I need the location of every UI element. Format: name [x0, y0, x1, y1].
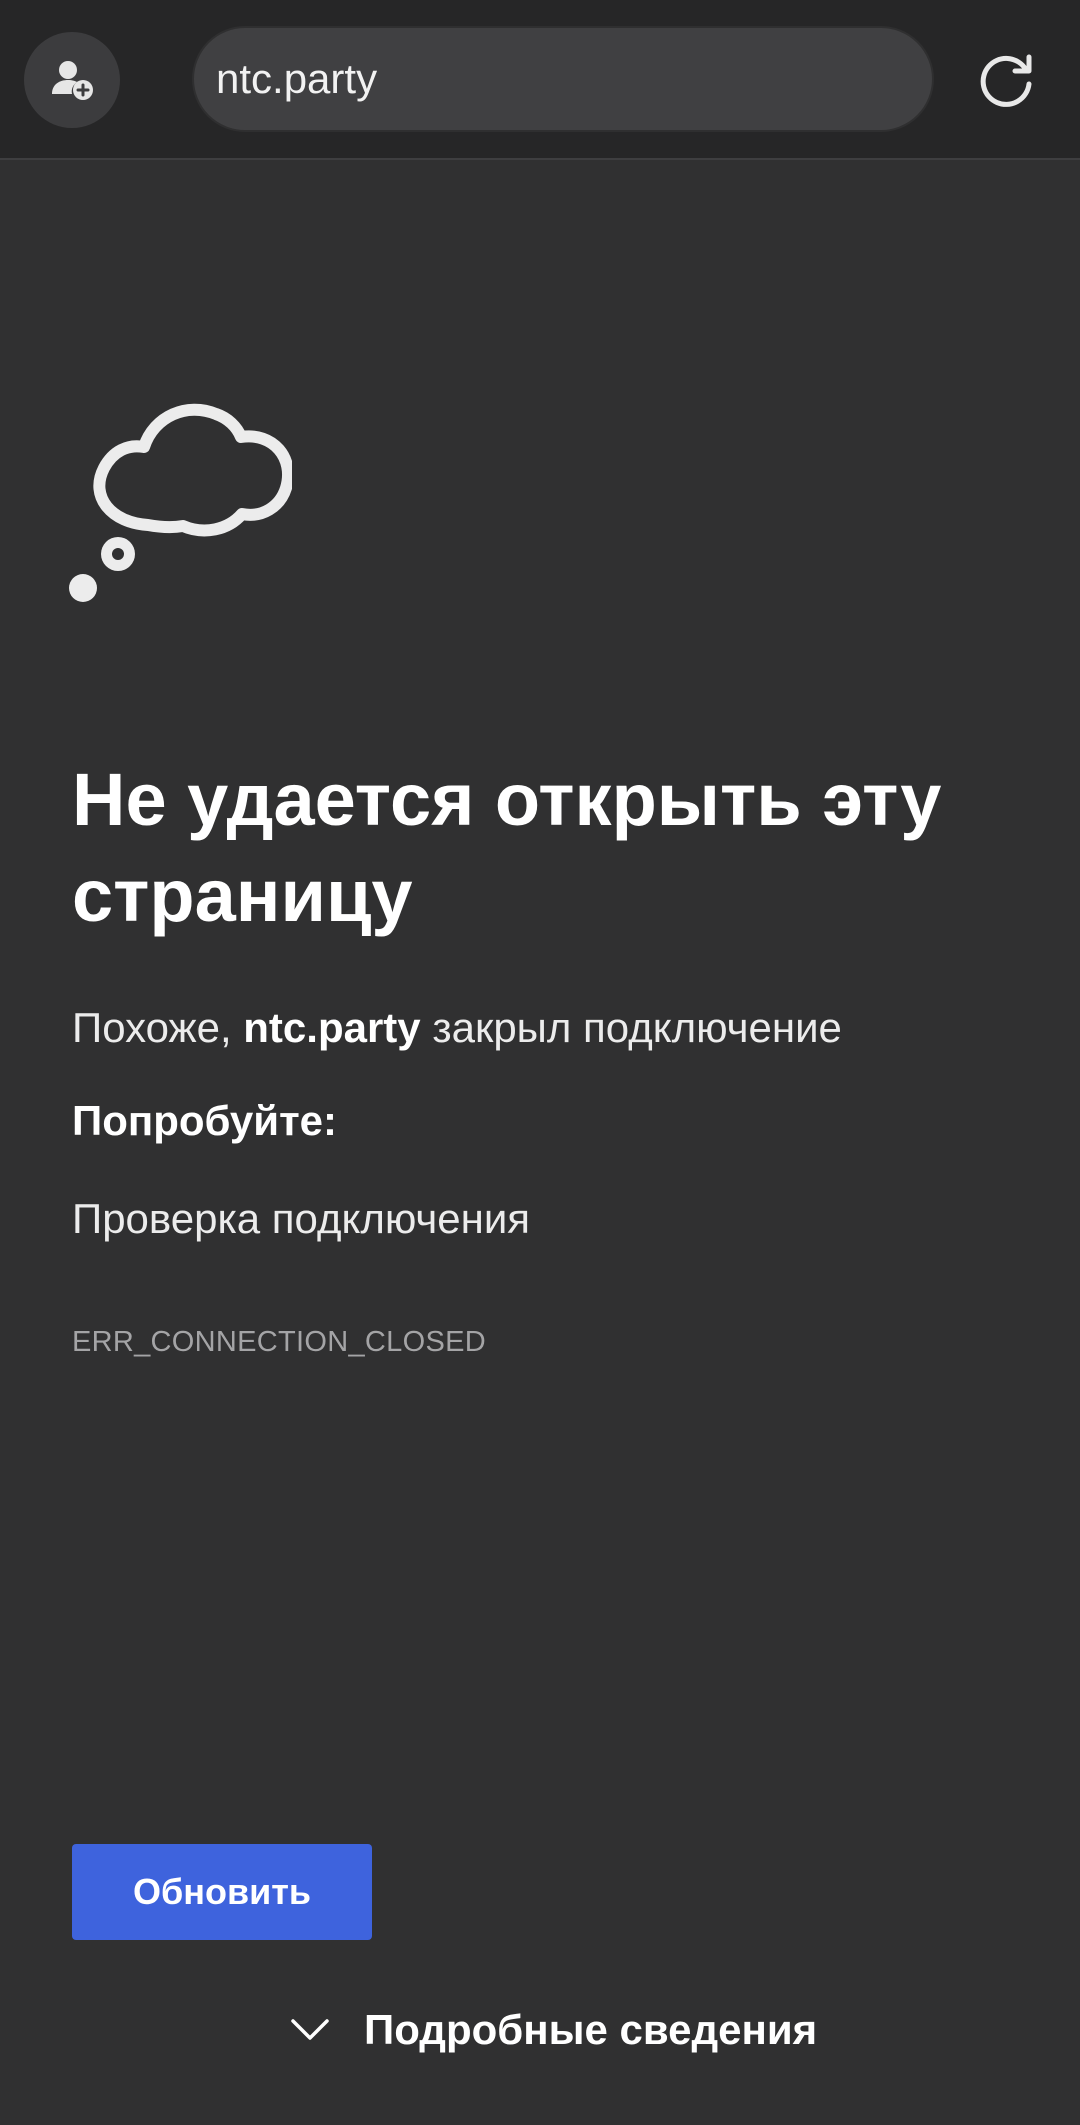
reload-button[interactable]: Обновить [72, 1844, 372, 1940]
browser-toolbar [0, 0, 1080, 160]
details-toggle[interactable]: Подробные сведения [290, 1994, 817, 2066]
reload-toolbar-button[interactable] [972, 46, 1042, 116]
url-input[interactable] [216, 28, 906, 130]
summary-host: ntc.party [243, 1004, 421, 1051]
check-connection-suggestion: Проверка подключения [72, 1195, 531, 1242]
profile-add-icon [52, 61, 93, 100]
details-label: Подробные сведения [364, 2006, 818, 2053]
reload-icon [980, 54, 1032, 107]
thought-cloud-icon [69, 403, 292, 602]
error-summary: Похоже, ntc.party закрыл подключение [72, 998, 842, 1058]
summary-suffix: закрыл подключение [420, 1004, 842, 1051]
try-label: Попробуйте: [72, 1097, 338, 1144]
summary-prefix: Похоже, [72, 1004, 244, 1051]
error-code: ERR_CONNECTION_CLOSED [72, 1326, 486, 1358]
profile-button[interactable] [24, 32, 120, 128]
error-title: Не удается открыть эту страницу [72, 758, 942, 937]
chevron-down-icon [291, 2019, 329, 2040]
address-bar[interactable] [192, 26, 934, 132]
